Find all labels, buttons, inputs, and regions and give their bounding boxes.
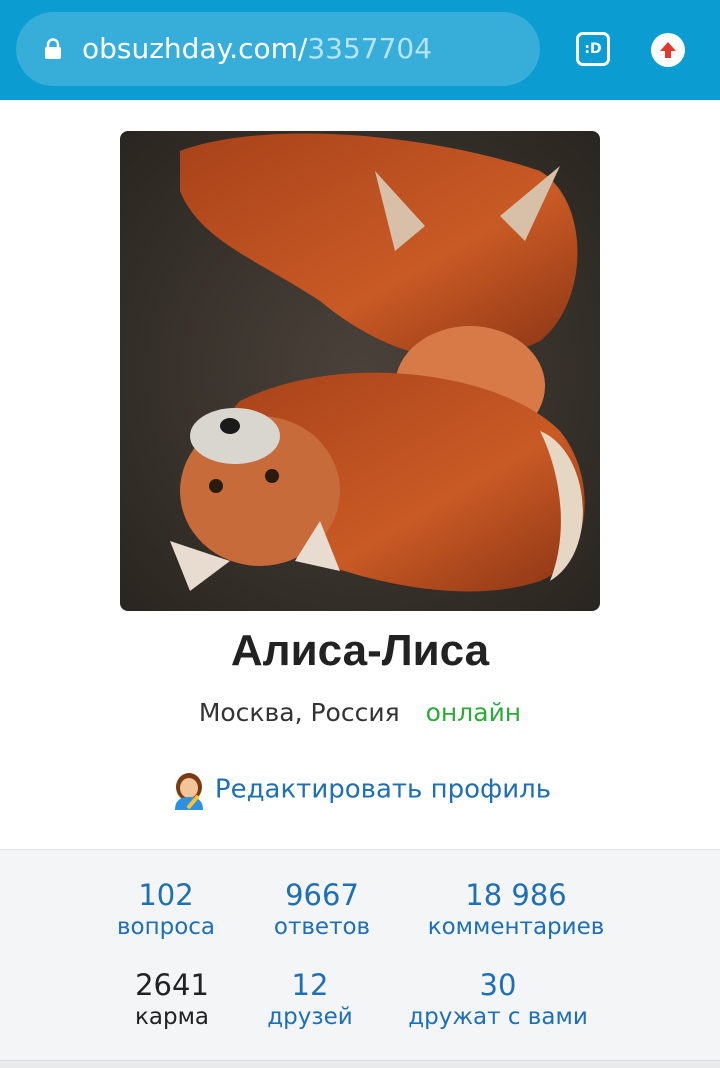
stat-followers[interactable]: 30 дружат с вами — [398, 968, 598, 1032]
stat-value: 102 — [138, 878, 194, 912]
stat-label: вопроса — [116, 914, 216, 940]
stat-value: 12 — [291, 968, 329, 1002]
profile-meta: Москва, Россия онлайн — [0, 698, 720, 727]
lock-icon — [45, 38, 61, 59]
profile-stats: 102 вопроса 9667 ответов 18 986 коммента… — [0, 849, 720, 1061]
edit-profile-link[interactable]: Редактировать профиль — [0, 770, 720, 810]
stat-label: комментариев — [427, 914, 605, 940]
profile-name: Алиса-Лиса — [230, 626, 490, 675]
page-divider — [0, 1061, 720, 1068]
browser-toolbar: obsuzhday.com/3357704 :D — [0, 0, 720, 100]
arrow-up-icon — [660, 42, 676, 58]
emoji-button[interactable]: :D — [576, 32, 610, 66]
online-status: онлайн — [425, 698, 522, 727]
stat-answers[interactable]: 9667 ответов — [262, 878, 382, 942]
stat-label: карма — [134, 1004, 210, 1030]
stat-comments[interactable]: 18 986 комментариев — [416, 878, 616, 942]
stat-value: 9667 — [285, 878, 359, 912]
stat-friends[interactable]: 12 друзей — [250, 968, 370, 1032]
url-text: obsuzhday.com/3357704 — [82, 33, 432, 65]
url-domain: obsuzhday.com/ — [82, 32, 308, 65]
profile-location: Москва, Россия — [198, 698, 400, 727]
edit-profile-label: Редактировать профиль — [214, 774, 552, 805]
woman-writing-icon — [174, 773, 203, 810]
stat-questions[interactable]: 102 вопроса — [106, 878, 226, 942]
avatar[interactable] — [120, 131, 600, 611]
scroll-up-button[interactable] — [651, 33, 685, 67]
fox-photo-icon — [120, 131, 600, 611]
stat-label: ответов — [273, 914, 371, 940]
stat-label: дружат с вами — [408, 1004, 588, 1030]
stat-karma: 2641 карма — [112, 968, 232, 1032]
stat-label: друзей — [267, 1004, 353, 1030]
url-path: 3357704 — [307, 32, 433, 65]
stat-value: 2641 — [135, 968, 209, 1002]
stat-value: 30 — [479, 968, 517, 1002]
emoji-button-label: :D — [584, 41, 602, 57]
address-bar[interactable]: obsuzhday.com/3357704 — [16, 12, 540, 86]
stat-value: 18 986 — [465, 878, 567, 912]
